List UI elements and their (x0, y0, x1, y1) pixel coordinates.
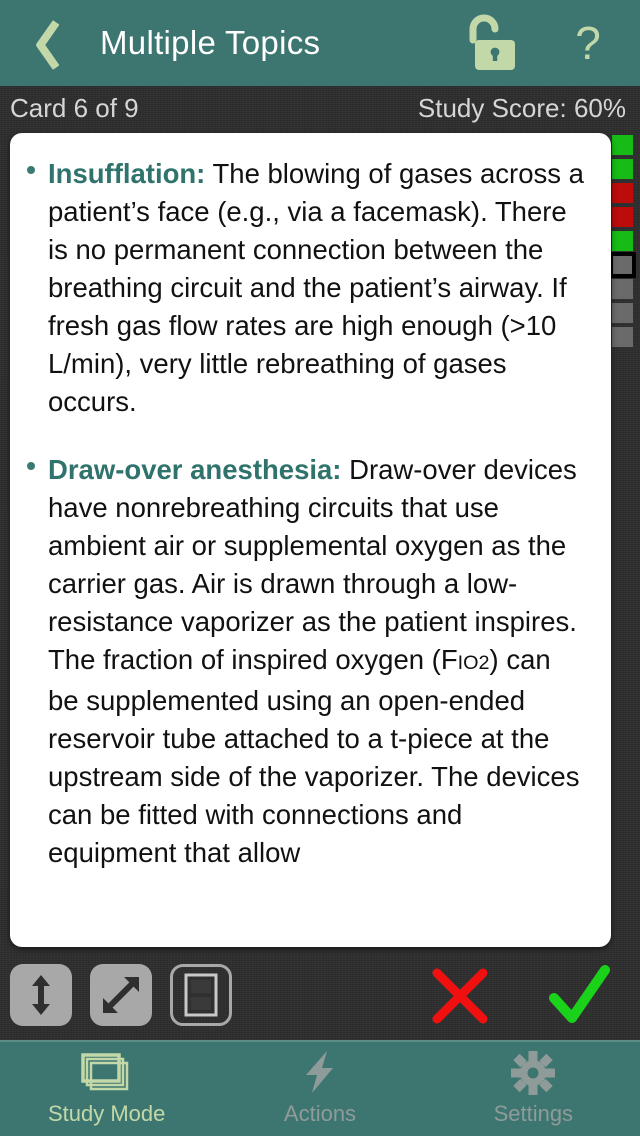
app-header: Multiple Topics ? (0, 0, 640, 86)
card-paragraph: Insufflation: The blowing of gases acros… (27, 155, 585, 421)
help-button[interactable]: ? (556, 8, 620, 78)
fio2-subscript: IO2 (457, 652, 490, 674)
gear-icon (510, 1051, 556, 1095)
tab-study-mode[interactable]: Study Mode (0, 1042, 213, 1136)
card-toolbar (0, 955, 640, 1043)
definition-text: The blowing of gases across a patient’s … (48, 158, 584, 417)
progress-marker-column[interactable] (608, 135, 636, 347)
progress-marker-1[interactable] (611, 135, 633, 155)
study-score: Study Score: 60% (417, 92, 626, 123)
definition-text-part2: ) can be supplemented using an open-ende… (48, 644, 580, 868)
split-card-view-icon (184, 973, 218, 1017)
resize-card-button[interactable] (10, 964, 72, 1026)
unlock-button[interactable] (455, 10, 525, 76)
card-stack-icon (77, 1051, 137, 1095)
unlocked-padlock-icon (469, 14, 515, 70)
split-view-button[interactable] (170, 964, 232, 1026)
mark-correct-button[interactable] (542, 961, 618, 1031)
diagonal-expand-arrows-icon (103, 977, 139, 1013)
tab-label-actions: Actions (283, 1101, 357, 1126)
definition-text-part1: Draw-over devices have nonrebreathing ci… (48, 454, 577, 675)
progress-marker-4[interactable] (611, 207, 633, 227)
red-x-icon (432, 968, 488, 1024)
status-strip: Card 6 of 9 Study Score: 60% (0, 86, 640, 130)
expand-card-button[interactable] (90, 964, 152, 1026)
term-label: Insufflation: (48, 158, 206, 189)
flashcard[interactable]: Insufflation: The blowing of gases acros… (10, 133, 611, 947)
chevron-left-icon (24, 17, 54, 69)
lightning-bolt-icon (297, 1051, 343, 1095)
card-paragraph: Draw-over anesthesia: Draw-over devices … (27, 451, 585, 872)
flashcard-app-screen: Multiple Topics ? Card 6 of 9 Study Scor… (0, 0, 640, 1136)
back-button[interactable] (0, 0, 78, 86)
progress-marker-3[interactable] (611, 183, 633, 203)
flashcard-content: Insufflation: The blowing of gases acros… (10, 133, 611, 872)
question-mark-icon: ? (575, 17, 601, 69)
progress-marker-5[interactable] (611, 231, 633, 251)
tab-bar: Study Mode Actions Settings (0, 1040, 640, 1136)
card-counter: Card 6 of 9 (10, 92, 139, 123)
green-check-icon (549, 965, 610, 1023)
bullet-icon (27, 166, 35, 174)
tab-actions[interactable]: Actions (213, 1042, 426, 1136)
tab-label-settings: Settings (493, 1101, 574, 1126)
tab-settings[interactable]: Settings (427, 1042, 640, 1136)
bullet-icon (27, 462, 35, 470)
progress-marker-2[interactable] (611, 159, 633, 179)
progress-marker-8[interactable] (611, 303, 633, 323)
tab-label-study-mode: Study Mode (47, 1101, 166, 1126)
vertical-resize-arrows-icon (32, 975, 50, 1015)
progress-marker-6[interactable] (608, 252, 636, 278)
mark-wrong-button[interactable] (422, 961, 498, 1031)
progress-marker-7[interactable] (611, 279, 633, 299)
term-label: Draw-over anesthesia: (48, 454, 342, 485)
progress-marker-9[interactable] (611, 327, 633, 347)
page-title: Multiple Topics (100, 24, 321, 61)
